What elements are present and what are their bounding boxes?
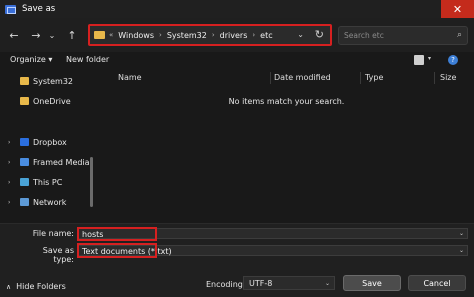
network-icon bbox=[20, 198, 29, 206]
folder-icon bbox=[94, 31, 105, 39]
hide-folders-button[interactable]: ∧ Hide Folders bbox=[6, 282, 66, 291]
breadcrumb-drivers[interactable]: drivers bbox=[220, 31, 248, 40]
file-name-dropdown-icon[interactable]: ⌄ bbox=[459, 230, 464, 237]
help-icon[interactable]: ? bbox=[448, 55, 458, 65]
organize-button[interactable]: Organize ▾ bbox=[10, 55, 52, 64]
column-header-type[interactable]: Type bbox=[365, 73, 383, 82]
forward-icon[interactable]: → bbox=[28, 26, 44, 44]
sidebar-scrollbar[interactable] bbox=[90, 157, 93, 207]
search-box[interactable]: ⌕ bbox=[338, 26, 468, 45]
search-input[interactable] bbox=[339, 31, 439, 40]
new-folder-button[interactable]: New folder bbox=[66, 55, 109, 64]
save-as-type-label: Save as type: bbox=[42, 246, 74, 264]
up-icon[interactable]: ↑ bbox=[64, 26, 80, 44]
expand-chevron-icon[interactable]: › bbox=[8, 179, 18, 186]
media-icon bbox=[20, 158, 29, 166]
expand-chevron-icon[interactable]: › bbox=[8, 199, 18, 206]
encoding-value: UTF-8 bbox=[249, 279, 273, 288]
overflow-chevron-icon[interactable]: « bbox=[109, 31, 113, 39]
file-name-label: File name: bbox=[32, 229, 74, 238]
expand-chevron-icon[interactable]: › bbox=[8, 139, 18, 146]
sidebar-item-label: Dropbox bbox=[33, 137, 67, 147]
column-header-size[interactable]: Size bbox=[440, 73, 456, 82]
sidebar-item-onedrive[interactable]: OneDrive bbox=[0, 94, 96, 108]
sidebar-item-this-pc[interactable]: › This PC bbox=[0, 175, 96, 189]
save-button[interactable]: Save bbox=[343, 275, 401, 291]
sidebar-item-label: Framed Media bbox=[33, 157, 90, 167]
highlight-box bbox=[77, 243, 157, 258]
collapse-chevron-icon: ∧ bbox=[6, 282, 12, 291]
folder-icon bbox=[20, 97, 29, 105]
refresh-icon[interactable]: ↻ bbox=[315, 28, 324, 41]
sidebar-item-label: System32 bbox=[33, 76, 74, 86]
breadcrumb-separator-icon[interactable]: › bbox=[252, 31, 255, 39]
sidebar-item-label: Network bbox=[33, 197, 67, 207]
folder-icon bbox=[20, 77, 29, 85]
breadcrumb-etc[interactable]: etc bbox=[260, 31, 272, 40]
column-divider[interactable] bbox=[360, 72, 361, 84]
save-options-panel: File name: hosts ⌄ Save as type: Text do… bbox=[0, 223, 474, 297]
column-divider[interactable] bbox=[270, 72, 271, 84]
view-dropdown-icon[interactable]: ▾ bbox=[428, 55, 431, 62]
sidebar-item-framed-media[interactable]: › Framed Media bbox=[0, 155, 96, 169]
save-dialog-icon bbox=[5, 4, 16, 14]
sidebar-item-dropbox[interactable]: › Dropbox bbox=[0, 135, 96, 149]
file-list: Name Date modified Type Size No items ma… bbox=[104, 69, 474, 223]
address-bar[interactable]: « Windows › System32 › drivers › etc ⌄ ↻ bbox=[88, 24, 332, 46]
address-dropdown-icon[interactable]: ⌄ bbox=[297, 30, 304, 39]
search-icon[interactable]: ⌕ bbox=[457, 30, 462, 40]
column-header-date[interactable]: Date modified bbox=[274, 73, 331, 82]
dropbox-icon bbox=[20, 138, 29, 146]
encoding-label: Encoding: bbox=[206, 280, 246, 289]
sidebar-item-system32[interactable]: System32 bbox=[0, 74, 96, 88]
title-bar: Save as ✕ bbox=[0, 0, 474, 18]
highlight-box bbox=[77, 227, 157, 241]
navigation-pane: System32 OneDrive › Dropbox › Framed Med… bbox=[0, 69, 96, 223]
hide-folders-label: Hide Folders bbox=[16, 282, 66, 291]
back-icon[interactable]: ← bbox=[6, 26, 22, 44]
column-header-name[interactable]: Name bbox=[118, 73, 142, 82]
empty-message: No items match your search. bbox=[228, 97, 345, 106]
window-title: Save as bbox=[22, 4, 56, 14]
command-bar: Organize ▾ New folder ▾ ? bbox=[0, 52, 474, 69]
breadcrumb: « Windows › System32 › drivers › etc bbox=[109, 31, 273, 40]
breadcrumb-system32[interactable]: System32 bbox=[167, 31, 207, 40]
expand-chevron-icon[interactable]: › bbox=[8, 159, 18, 166]
save-as-type-dropdown-icon[interactable]: ⌄ bbox=[459, 247, 464, 254]
breadcrumb-separator-icon[interactable]: › bbox=[212, 31, 215, 39]
recent-locations-icon[interactable]: ⌄ bbox=[44, 26, 60, 44]
cancel-button[interactable]: Cancel bbox=[408, 275, 466, 291]
pc-icon bbox=[20, 178, 29, 186]
column-divider[interactable] bbox=[434, 72, 435, 84]
sidebar-item-label: OneDrive bbox=[33, 96, 71, 106]
encoding-select[interactable]: UTF-8 ⌄ bbox=[243, 276, 335, 290]
navigation-bar: ← → ⌄ ↑ « Windows › System32 › drivers ›… bbox=[0, 18, 474, 52]
encoding-dropdown-icon[interactable]: ⌄ bbox=[325, 280, 330, 287]
close-button[interactable]: ✕ bbox=[441, 0, 474, 18]
breadcrumb-separator-icon[interactable]: › bbox=[159, 31, 162, 39]
breadcrumb-windows[interactable]: Windows bbox=[118, 31, 154, 40]
view-options-icon[interactable] bbox=[414, 55, 424, 65]
sidebar-item-label: This PC bbox=[33, 177, 63, 187]
sidebar-item-network[interactable]: › Network bbox=[0, 195, 96, 209]
